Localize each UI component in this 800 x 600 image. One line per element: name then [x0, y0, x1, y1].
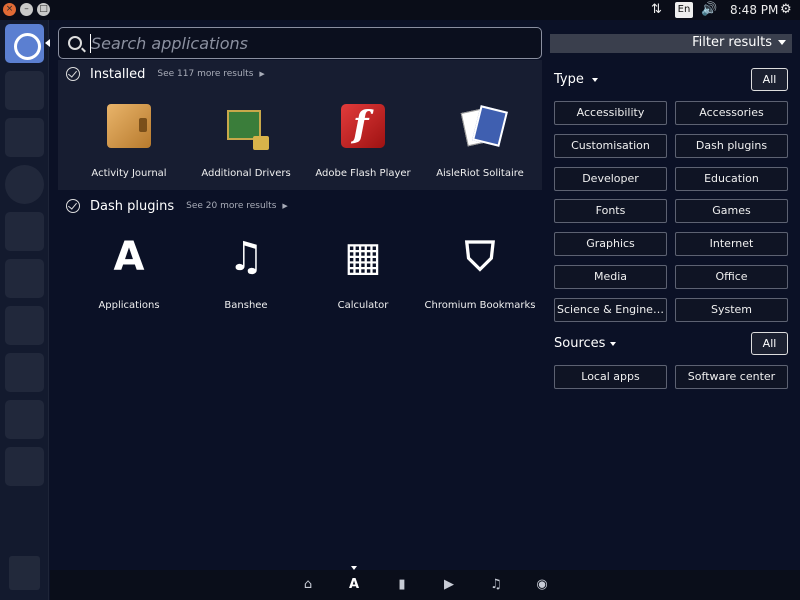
- search-icon: [68, 36, 82, 50]
- maximize-button[interactable]: □: [37, 3, 50, 16]
- photos-lens-icon[interactable]: ◉: [534, 577, 550, 593]
- chevron-down-icon[interactable]: [610, 342, 616, 346]
- plugin-label: Chromium Bookmarks: [424, 300, 536, 311]
- minimize-button[interactable]: –: [20, 3, 33, 16]
- check-icon: [66, 199, 80, 213]
- network-icon[interactable]: ⇅: [651, 0, 662, 20]
- app-label: Activity Journal: [91, 168, 167, 179]
- filter-results-toggle[interactable]: Filter results: [550, 34, 792, 53]
- type-filter-system[interactable]: System: [675, 297, 788, 322]
- search-box[interactable]: [58, 27, 542, 59]
- plugin-label: Calculator: [337, 300, 389, 311]
- see-more-link[interactable]: See 20 more results: [186, 201, 276, 211]
- installed-header: Installed See 117 more results ▶: [66, 65, 265, 83]
- chevron-down-icon: [778, 40, 786, 45]
- type-filter-dash-plugins[interactable]: Dash plugins: [675, 133, 788, 158]
- volume-icon[interactable]: 🔊: [701, 0, 717, 20]
- check-icon: [66, 67, 80, 81]
- launcher-calc-icon[interactable]: [5, 259, 44, 298]
- launcher-workspace-icon[interactable]: [5, 118, 44, 157]
- type-filter-games[interactable]: Games: [675, 199, 788, 224]
- app-tile-adobe-flash-player[interactable]: Adobe Flash Player: [304, 100, 422, 185]
- sources-label: Sources: [554, 336, 606, 351]
- category-title: Dash plugins: [90, 198, 175, 214]
- clock[interactable]: 8:48 PM: [730, 0, 778, 20]
- chevron-down-icon[interactable]: [592, 78, 598, 82]
- video-lens-icon[interactable]: ▶: [441, 577, 457, 593]
- drivers-icon: [227, 110, 269, 150]
- app-tile-activity-journal[interactable]: Activity Journal: [70, 100, 188, 185]
- cards-icon: [458, 104, 502, 148]
- app-tile-aisleriot-solitaire[interactable]: AisleRiot Solitaire: [421, 100, 539, 185]
- launcher: [0, 20, 50, 600]
- dash-home-icon[interactable]: [5, 24, 44, 63]
- music-note-icon: ♫: [228, 234, 264, 280]
- source-filter-local-apps[interactable]: Local apps: [554, 365, 667, 389]
- lens-bar: [50, 570, 800, 600]
- launcher-impress-icon[interactable]: [5, 306, 44, 345]
- top-panel: × – □ ⇅ En 🔊 8:48 PM ⚙: [0, 0, 800, 20]
- app-label: Additional Drivers: [201, 168, 291, 179]
- bookmark-icon: ⛉: [465, 234, 495, 280]
- launcher-settings-icon[interactable]: [5, 447, 44, 486]
- active-indicator-arrow: [45, 39, 50, 47]
- home-lens-icon[interactable]: ⌂: [300, 577, 316, 593]
- chevron-right-icon[interactable]: ▶: [282, 202, 287, 210]
- music-lens-icon[interactable]: ♫: [488, 577, 504, 593]
- applications-icon: A: [113, 234, 145, 280]
- calculator-icon: ▦: [344, 234, 382, 280]
- launcher-amazon-icon[interactable]: [5, 400, 44, 439]
- app-tile-additional-drivers[interactable]: Additional Drivers: [187, 100, 305, 185]
- dash-plugins-header: Dash plugins See 20 more results ▶: [66, 197, 288, 215]
- search-input[interactable]: [91, 31, 531, 55]
- type-filter-media[interactable]: Media: [554, 265, 667, 289]
- type-filter-accessibility[interactable]: Accessibility: [554, 101, 667, 125]
- plugin-tile-banshee[interactable]: ♫ Banshee: [187, 232, 305, 317]
- type-filter-science-engine[interactable]: Science & Engine…: [554, 297, 667, 322]
- close-button[interactable]: ×: [3, 3, 16, 16]
- plugin-label: Applications: [98, 300, 160, 311]
- category-title: Installed: [90, 66, 146, 82]
- type-all-button[interactable]: All: [751, 68, 788, 91]
- keyboard-layout-indicator[interactable]: En: [675, 2, 693, 18]
- launcher-writer-icon[interactable]: [5, 212, 44, 251]
- type-filter-graphics[interactable]: Graphics: [554, 232, 667, 257]
- launcher-firefox-icon[interactable]: [5, 165, 44, 204]
- type-filter-office[interactable]: Office: [675, 265, 788, 289]
- trash-icon[interactable]: [9, 556, 40, 590]
- launcher-files-icon[interactable]: [5, 71, 44, 110]
- type-filter-developer[interactable]: Developer: [554, 166, 667, 191]
- launcher-software-center-icon[interactable]: [5, 353, 44, 392]
- type-filter-internet[interactable]: Internet: [675, 232, 788, 257]
- see-more-link[interactable]: See 117 more results: [157, 69, 253, 79]
- journal-icon: [107, 104, 151, 148]
- plugin-tile-applications[interactable]: A Applications: [70, 232, 188, 317]
- type-filter-customisation[interactable]: Customisation: [554, 133, 667, 158]
- active-lens-marker: [351, 566, 357, 570]
- type-filter-accessories[interactable]: Accessories: [675, 101, 788, 125]
- source-filter-software-center[interactable]: Software center: [675, 365, 788, 389]
- filter-results-label: Filter results: [692, 35, 772, 50]
- app-label: Adobe Flash Player: [315, 168, 411, 179]
- applications-lens-icon[interactable]: A: [346, 577, 362, 593]
- chevron-right-icon[interactable]: ▶: [259, 70, 264, 78]
- plugin-label: Banshee: [224, 300, 268, 311]
- app-label: AisleRiot Solitaire: [436, 168, 524, 179]
- plugin-tile-calculator[interactable]: ▦ Calculator: [304, 232, 422, 317]
- type-label: Type: [554, 72, 584, 87]
- files-lens-icon[interactable]: ▮: [394, 577, 410, 593]
- session-gear-icon[interactable]: ⚙: [780, 0, 792, 20]
- plugin-tile-chromium-bookmarks[interactable]: ⛉ Chromium Bookmarks: [421, 232, 539, 317]
- sources-all-button[interactable]: All: [751, 332, 788, 355]
- type-filter-fonts[interactable]: Fonts: [554, 199, 667, 224]
- type-filter-education[interactable]: Education: [675, 166, 788, 191]
- flash-icon: [341, 104, 385, 148]
